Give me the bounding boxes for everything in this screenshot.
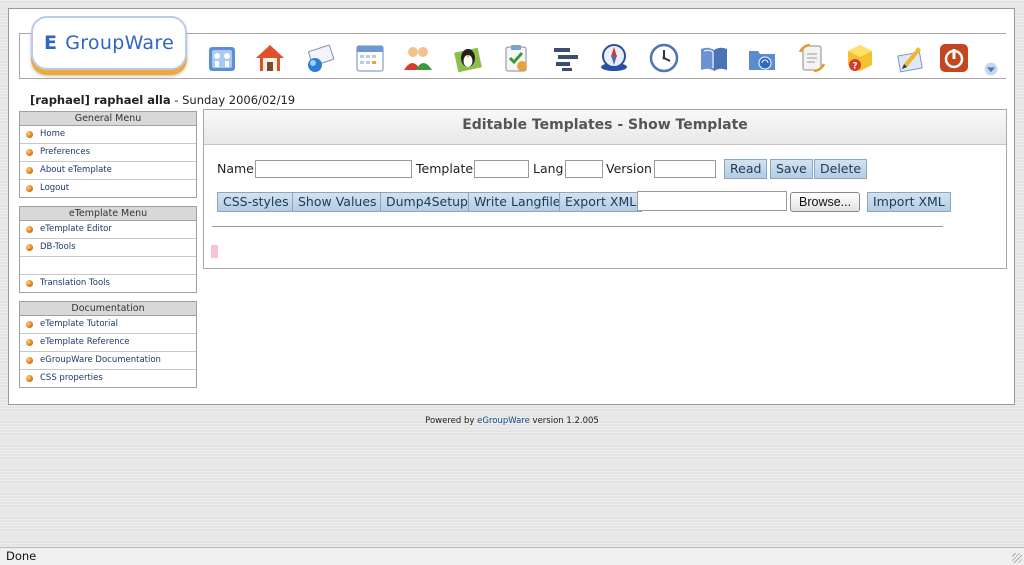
menu-item-logout[interactable]: Logout (20, 180, 196, 197)
template-label: Template (416, 161, 474, 176)
bullet-icon (26, 339, 33, 346)
css-styles-button[interactable]: CSS-styles (217, 192, 295, 212)
main-panel: Editable Templates - Show Template Name … (203, 109, 1007, 269)
user-date-separator: - (170, 93, 183, 107)
scroll-down-icon[interactable] (981, 59, 1001, 79)
help-icon[interactable]: ? (843, 41, 877, 75)
xml-file-path-input[interactable] (637, 191, 787, 211)
menu-item-etemplate-editor[interactable]: eTemplate Editor (20, 221, 196, 239)
etemplate-menu-title: eTemplate Menu (20, 207, 196, 221)
menu-item-label: About eTemplate (40, 165, 112, 175)
divider (212, 226, 943, 227)
svg-text:?: ? (852, 62, 857, 72)
home-icon[interactable] (253, 41, 287, 75)
menu-item-egroupware-documentation[interactable]: eGroupWare Documentation (20, 352, 196, 370)
bullet-icon (26, 185, 33, 192)
bullet-icon (26, 167, 33, 174)
addressbook-icon[interactable] (401, 41, 435, 75)
infolog-icon[interactable] (499, 41, 533, 75)
menu-item-css-properties[interactable]: CSS properties (20, 370, 196, 387)
bullet-icon (26, 244, 33, 251)
menu-item-translation-tools[interactable]: Translation Tools (20, 275, 196, 292)
knowledgebase-icon[interactable] (697, 41, 731, 75)
name-input[interactable] (255, 160, 412, 178)
projectmanager-icon[interactable] (549, 41, 583, 75)
footer-prefix: Powered by (425, 416, 478, 426)
menu-item-about-etemplate[interactable]: About eTemplate (20, 162, 196, 180)
linux-penguin-icon[interactable] (451, 41, 485, 75)
current-date: Sunday 2006/02/19 (182, 93, 296, 107)
version-label: Version (606, 161, 652, 176)
menu-item-label: eGroupWare Documentation (40, 355, 161, 365)
menu-item-label: Logout (40, 183, 70, 193)
bullet-icon (26, 226, 33, 233)
name-label: Name (217, 161, 254, 176)
dump4setup-button[interactable]: Dump4Setup (380, 192, 474, 212)
compass-icon[interactable] (597, 41, 631, 75)
user-date-line: [raphael] raphael alla - Sunday 2006/02/… (30, 93, 295, 107)
menu-item-etemplate-tutorial[interactable]: eTemplate Tutorial (20, 316, 196, 334)
logout-icon[interactable] (937, 41, 971, 75)
export-xml-button[interactable]: Export XML (559, 192, 643, 212)
etemplate-icon[interactable] (795, 41, 829, 75)
menu-item-label: DB-Tools (40, 242, 76, 252)
menu-item-empty (20, 257, 196, 275)
menu-item-label: Home (40, 129, 66, 139)
preferences-icon[interactable] (893, 41, 927, 75)
bullet-icon (26, 280, 33, 287)
resize-grip-icon[interactable] (1012, 553, 1022, 563)
etemplate-menu: eTemplate Menu eTemplate Editor DB-Tools… (19, 206, 197, 293)
page-container: E GroupWare ? [raphael] raphael alla - S… (8, 8, 1015, 405)
write-langfile-button[interactable]: Write Langfile (468, 192, 567, 212)
menu-item-label: eTemplate Editor (40, 224, 112, 234)
logo-mark-icon: E (43, 32, 58, 54)
menu-item-label: eTemplate Tutorial (40, 319, 118, 329)
save-button[interactable]: Save (770, 159, 813, 179)
logo-text: GroupWare (65, 32, 175, 54)
lang-label: Lang (533, 161, 564, 176)
menu-item-preferences[interactable]: Preferences (20, 144, 196, 162)
admin-icon[interactable] (205, 41, 239, 75)
import-xml-button[interactable]: Import XML (867, 192, 951, 212)
menu-item-label: Preferences (40, 147, 90, 157)
documentation-menu-title: Documentation (20, 302, 196, 316)
bullet-icon (26, 149, 33, 156)
bullet-icon (26, 131, 33, 138)
delete-button[interactable]: Delete (814, 159, 868, 179)
page-title: Editable Templates - Show Template (204, 110, 1006, 145)
template-input[interactable] (474, 160, 529, 178)
groupware-logo[interactable]: E GroupWare (31, 16, 187, 70)
menu-item-label: CSS properties (40, 373, 103, 383)
email-icon[interactable] (303, 41, 337, 75)
documentation-menu: Documentation eTemplate Tutorial eTempla… (19, 301, 197, 388)
menu-item-label: Translation Tools (40, 278, 110, 288)
timesheet-clock-icon[interactable] (647, 41, 681, 75)
footer-version: version 1.2.005 (529, 416, 599, 426)
user-account: [raphael] raphael alla (30, 93, 171, 107)
show-values-button[interactable]: Show Values (292, 192, 383, 212)
filemanager-icon[interactable] (745, 41, 779, 75)
calendar-icon[interactable] (353, 41, 387, 75)
browse-button[interactable]: Browse... (790, 192, 861, 212)
menu-item-db-tools[interactable]: DB-Tools (20, 239, 196, 257)
menu-item-etemplate-reference[interactable]: eTemplate Reference (20, 334, 196, 352)
general-menu: General Menu Home Preferences About eTem… (19, 111, 197, 198)
version-input[interactable] (654, 160, 716, 178)
footer: Powered by eGroupWare version 1.2.005 (0, 416, 1024, 426)
menu-item-home[interactable]: Home (20, 126, 196, 144)
read-button[interactable]: Read (724, 159, 768, 179)
browser-status-bar: Done (0, 547, 1024, 565)
status-text: Done (6, 549, 37, 563)
egroupware-link[interactable]: eGroupWare (477, 416, 530, 426)
bullet-icon (26, 321, 33, 328)
bullet-icon (26, 375, 33, 382)
menu-item-label: eTemplate Reference (40, 337, 130, 347)
lang-input[interactable] (565, 160, 603, 178)
bullet-icon (26, 357, 33, 364)
template-preview-marker (211, 245, 218, 258)
general-menu-title: General Menu (20, 112, 196, 126)
